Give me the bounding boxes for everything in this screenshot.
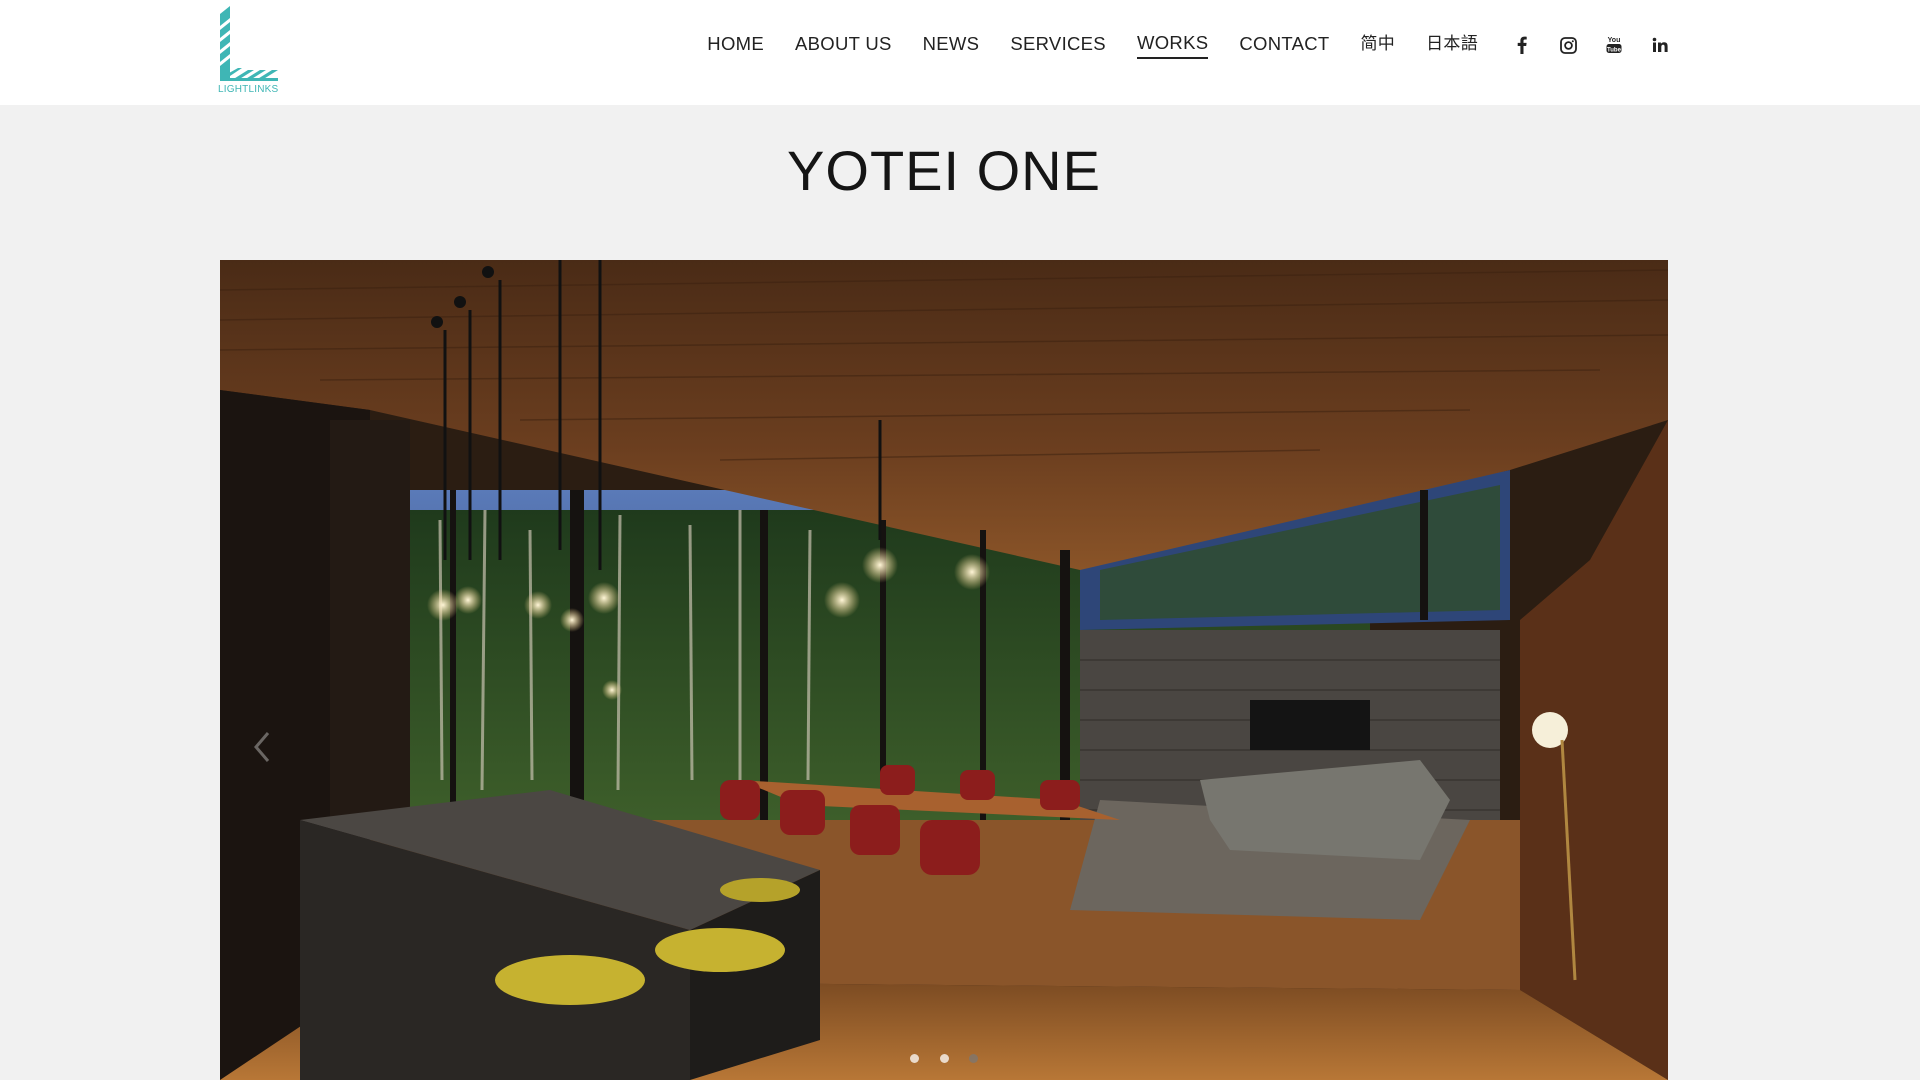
logo-text: LIGHTLINKS [218,84,279,95]
logo-mark-icon [220,6,278,81]
main-nav: HOME ABOUT US NEWS SERVICES WORKS CONTAC… [707,30,1670,60]
slider-dot-3[interactable] [968,1054,978,1064]
site-header: LIGHTLINKS HOME ABOUT US NEWS SERVICES W… [0,0,1920,105]
image-slider[interactable] [220,260,1668,1080]
svg-text:You: You [1608,37,1621,44]
youtube-icon[interactable]: You Tube [1604,34,1624,56]
interior-photo [220,260,1668,1080]
instagram-icon[interactable] [1558,34,1578,56]
nav-about-us[interactable]: ABOUT US [795,32,892,58]
svg-text:Tube: Tube [1607,47,1622,53]
facebook-icon[interactable] [1512,34,1532,56]
page-title: YOTEI ONE [787,139,1101,202]
nav-home[interactable]: HOME [707,32,764,58]
lightlinks-logo[interactable]: LIGHTLINKS [218,4,284,96]
slider-dot-1[interactable] [910,1054,920,1064]
nav-simplified-chinese[interactable]: 简中 [1360,32,1395,58]
linkedin-icon[interactable] [1650,34,1670,56]
slider-dot-2[interactable] [939,1054,949,1064]
nav-contact[interactable]: CONTACT [1239,32,1329,58]
nav-japanese[interactable]: 日本語 [1426,32,1478,58]
slider-dots [220,1050,1668,1064]
chevron-left-icon [254,732,270,762]
nav-works[interactable]: WORKS [1136,31,1209,59]
slider-prev-button[interactable] [248,727,278,767]
nav-services[interactable]: SERVICES [1010,32,1106,58]
nav-news[interactable]: NEWS [923,32,980,58]
